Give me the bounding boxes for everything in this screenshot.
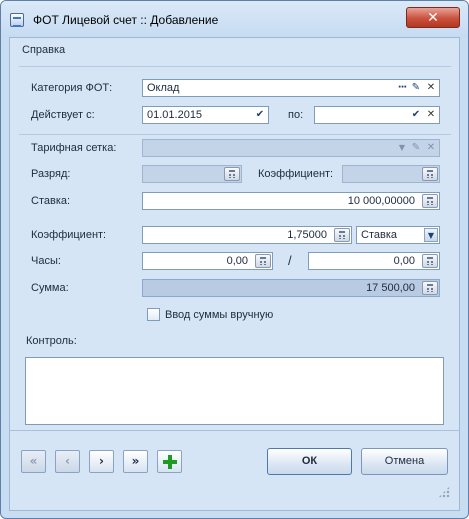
app-icon [10,13,24,27]
hours-value-2: 0,00 [393,255,415,267]
edit-icon[interactable]: ✎ [409,141,423,155]
window-title: ФОТ Лицевой счет :: Добавление [33,13,219,27]
chevron-left-icon: ‹ [65,454,70,468]
double-chevron-left-icon: « [29,454,38,468]
dropdown-icon[interactable]: ▼ [424,228,438,242]
title-bar: ФОТ Лицевой счет :: Добавление ✕ [1,1,468,37]
valid-to-label: по: [288,109,304,121]
calculator-icon[interactable] [422,167,438,181]
calculator-icon[interactable] [422,281,438,295]
hours-label: Часы: [31,255,61,267]
hours-field-2[interactable]: 0,00 [308,252,440,270]
hours-field-1[interactable]: 0,00 [142,252,273,270]
edit-icon[interactable]: ✎ [409,81,423,95]
prev-record-button[interactable]: ‹ [55,450,80,473]
ok-button[interactable]: ОК [267,448,352,475]
manual-sum-label[interactable]: Ввод суммы вручную [165,309,273,321]
control-label: Контроль: [26,335,77,347]
hours-separator: / [288,253,292,268]
manual-sum-checkbox[interactable] [147,308,160,321]
grade-coef-label: Коэффициент: [258,168,334,180]
sum-field[interactable]: 17 500,00 [142,279,440,297]
last-record-button[interactable]: » [123,450,148,473]
coefficient-value: 1,75000 [287,229,327,241]
next-record-button[interactable]: › [89,450,114,473]
dialog-window: ФОТ Лицевой счет :: Добавление ✕ Справка… [0,0,469,519]
grade-label: Разряд: [31,168,71,180]
sum-value: 17 500,00 [366,282,415,294]
coefficient-label: Коэффициент: [31,229,107,241]
rate-value: 10 000,00000 [347,195,415,207]
clear-icon[interactable]: ✕ [424,141,438,155]
rate-field[interactable]: 10 000,00000 [142,192,440,210]
check-icon[interactable]: ✔ [409,108,423,122]
coefficient-mode-value: Ставка [361,229,397,241]
sum-label: Сумма: [31,282,69,294]
section-divider [19,134,451,135]
cancel-button[interactable]: Отмена [361,448,448,475]
double-chevron-right-icon: » [131,454,140,468]
calculator-icon[interactable] [334,228,350,242]
control-memo[interactable] [25,357,444,425]
category-label: Категория ФОТ: [31,82,113,94]
close-button[interactable]: ✕ [406,7,460,28]
close-icon: ✕ [427,9,439,26]
grade-field[interactable] [142,165,242,183]
category-field[interactable]: Оклад ··· ✎ ✕ [142,79,440,97]
check-icon[interactable]: ✔ [253,108,267,122]
valid-from-label: Действует с: [31,109,95,121]
chevron-right-icon: › [99,454,104,468]
ellipsis-icon[interactable]: ··· [395,81,409,95]
valid-to-field[interactable]: ✔ ✕ [314,106,440,124]
clear-icon[interactable]: ✕ [424,108,438,122]
calculator-icon[interactable] [255,254,271,268]
resize-grip-icon[interactable] [438,486,450,498]
clear-icon[interactable]: ✕ [424,81,438,95]
rate-label: Ставка: [31,195,71,207]
coefficient-mode-select[interactable]: Ставка ▼ [356,226,440,244]
footer-divider [10,430,459,431]
category-value: Оклад [147,82,180,94]
first-record-button[interactable]: « [21,450,46,473]
menu-help[interactable]: Справка [22,44,65,56]
hours-value-1: 0,00 [226,255,248,267]
calculator-icon[interactable] [224,167,240,181]
valid-from-value: 01.01.2015 [147,109,203,121]
dialog-body: Справка Категория ФОТ: Оклад ··· ✎ ✕ Дей… [9,37,460,511]
add-record-button[interactable] [157,450,182,473]
calculator-icon[interactable] [422,194,438,208]
calculator-icon[interactable] [422,254,438,268]
dropdown-icon[interactable]: ▼ [395,141,409,155]
valid-from-field[interactable]: 01.01.2015 ✔ [142,106,269,124]
menu-divider [19,66,451,67]
tariff-grid-field[interactable]: ▼ ✎ ✕ [142,139,440,157]
grade-coef-field[interactable] [342,165,440,183]
coefficient-field[interactable]: 1,75000 [142,226,352,244]
tariff-grid-label: Тарифная сетка: [31,142,117,154]
